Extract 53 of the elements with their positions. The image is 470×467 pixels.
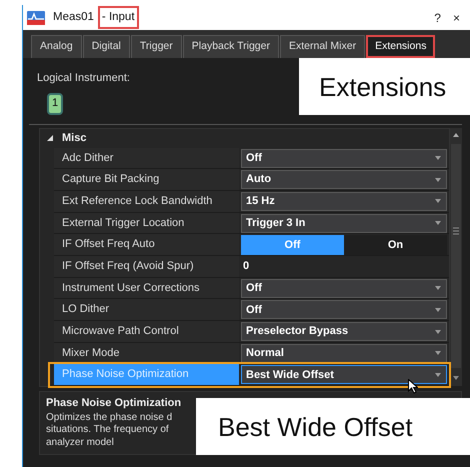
property-label[interactable]: Microwave Path Control [54,321,239,342]
dropdown[interactable]: Off [241,278,447,298]
property-label[interactable]: IF Offset Freq Auto [54,234,239,255]
property-label[interactable]: External Trigger Location [54,212,239,234]
caret-icon [434,220,442,226]
tab[interactable]: Playback Trigger [182,35,279,58]
caret-icon [434,306,442,313]
cursor-icon [408,379,418,394]
property-label[interactable]: Capture Bit Packing [54,169,239,190]
dropdown[interactable]: Auto [241,170,447,190]
help-title: Phase Noise Optimization [46,396,182,412]
caret-icon [434,155,442,161]
caret-icon [434,176,442,183]
help-text: analyzer model [46,436,114,450]
help-text: Optimizes the phase noise d [46,412,172,424]
property-label[interactable]: Ext Reference Lock Bandwidth [54,190,239,212]
scrollbar[interactable] [450,128,462,386]
property-label[interactable]: Adc Dither [54,148,239,168]
caret-icon [434,328,442,334]
caret-icon [434,350,442,356]
property-label[interactable]: Instrument User Corrections [54,278,239,298]
window-title: Meas01 [52,10,95,25]
property-label[interactable]: LO Dither [54,299,239,320]
caret-icon [434,372,442,378]
dropdown[interactable]: Off [241,148,447,168]
value-field[interactable]: 0 [241,256,250,276]
group-header: Misc [62,130,86,146]
callout-label: Extensions [299,58,470,115]
dropdown[interactable]: Preselector Bypass [241,322,447,341]
dropdown[interactable]: Normal [241,344,447,363]
tab[interactable]: Digital [82,35,130,58]
dropdown[interactable]: 15 Hz [241,192,447,211]
property-label[interactable]: IF Offset Freq (Avoid Spur) [54,256,239,277]
toggle-option[interactable]: On [344,235,447,256]
property-label[interactable]: Mixer Mode [54,342,239,364]
tab[interactable]: External Mixer [280,35,366,58]
tab[interactable]: Extensions [366,35,436,58]
field-label: Logical Instrument: [37,71,131,86]
help-text: situations. The frequency of [46,424,169,437]
window-title: - Input [98,6,139,30]
callout-label: Best Wide Offset [196,398,470,455]
dropdown[interactable]: Trigger 3 In [241,214,447,233]
close-button[interactable]: × [446,8,466,26]
instrument-button[interactable]: 1 [47,92,63,114]
expander-icon[interactable] [46,135,54,141]
app-icon [27,10,45,24]
caret-icon [434,285,442,292]
dropdown[interactable]: Off [241,300,447,320]
dropdown[interactable]: Best Wide Offset [241,365,447,384]
tab[interactable]: Analog [31,35,82,58]
caret-icon [434,198,442,204]
tab[interactable]: Trigger [130,35,182,58]
help-button[interactable]: ? [428,8,447,26]
